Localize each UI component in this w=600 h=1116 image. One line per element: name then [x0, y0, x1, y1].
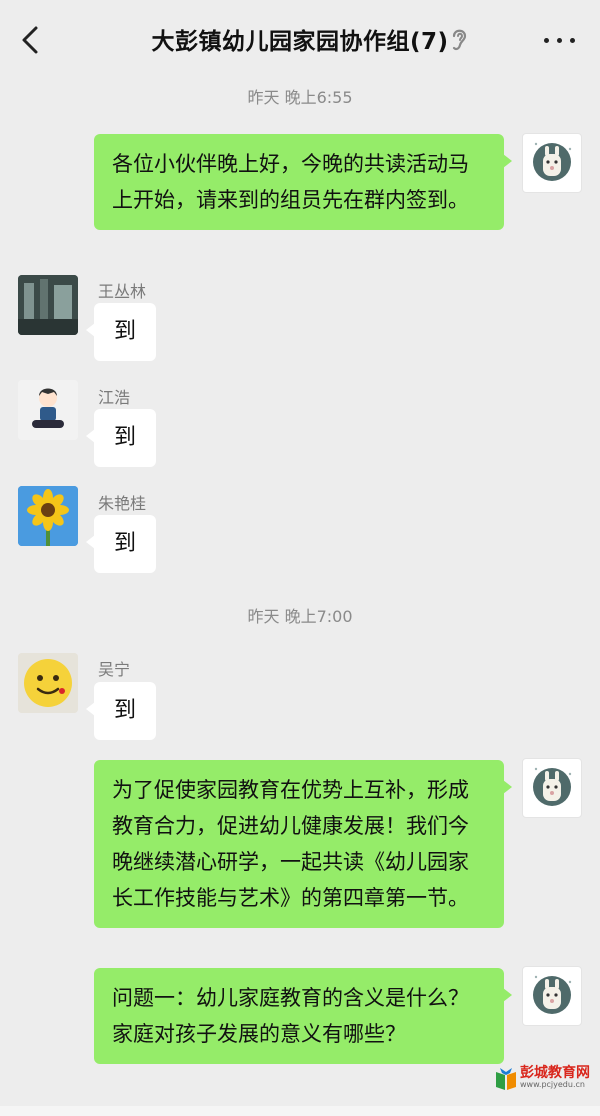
- avatar[interactable]: [18, 486, 78, 546]
- ear-icon: [448, 24, 470, 54]
- message-bubble[interactable]: 到: [86, 409, 156, 467]
- alpaca-avatar-icon: [533, 975, 572, 1014]
- more-icon: [544, 38, 549, 43]
- sunflower-avatar-icon: [18, 486, 78, 546]
- message-bubble[interactable]: 为了促使家园教育在优势上互补，形成教育合力，促进幼儿健康发展！我们今晚继续潜心研…: [94, 760, 512, 928]
- more-button[interactable]: [542, 28, 578, 52]
- timestamp: 昨天 晚上7:00: [247, 607, 353, 626]
- message-bubble[interactable]: 各位小伙伴晚上好，今晚的共读活动马上开始，请来到的组员先在群内签到。: [94, 134, 512, 230]
- avatar[interactable]: [522, 966, 582, 1026]
- smiley-avatar-icon: [18, 653, 78, 713]
- message-bubble[interactable]: 到: [86, 303, 156, 361]
- cartoon-boy-avatar-icon: [18, 380, 78, 440]
- message-bubble[interactable]: 到: [86, 515, 156, 573]
- avatar[interactable]: [18, 653, 78, 713]
- avatar[interactable]: [522, 133, 582, 193]
- watermark-url: www.pcjyedu.cn: [520, 1080, 585, 1089]
- sender-name: 吴宁: [98, 660, 131, 679]
- chat-title: 大彭镇幼儿园家园协作组(7): [151, 29, 449, 55]
- site-watermark: 彭城教育网 www.pcjyedu.cn: [494, 1062, 594, 1098]
- message-bubble[interactable]: 到: [86, 682, 156, 740]
- sender-name: 朱艳桂: [98, 494, 147, 513]
- book-logo-icon: [496, 1068, 516, 1090]
- sender-name: 江浩: [98, 388, 131, 407]
- avatar[interactable]: [18, 380, 78, 440]
- photo-avatar-icon: [18, 275, 78, 335]
- alpaca-avatar-icon: [533, 767, 572, 806]
- watermark-text: 彭城教育网: [520, 1065, 590, 1081]
- bottom-bar: [0, 1106, 600, 1116]
- sender-name: 王丛林: [98, 282, 147, 301]
- chat-header: 大彭镇幼儿园家园协作组(7): [0, 0, 600, 78]
- avatar[interactable]: [18, 275, 78, 335]
- alpaca-avatar-icon: [533, 142, 572, 181]
- avatar[interactable]: [522, 758, 582, 818]
- timestamp: 昨天 晚上6:55: [247, 88, 353, 107]
- message-bubble[interactable]: 问题一：幼儿家庭教育的含义是什么？家庭对孩子发展的意义有哪些？: [94, 968, 512, 1064]
